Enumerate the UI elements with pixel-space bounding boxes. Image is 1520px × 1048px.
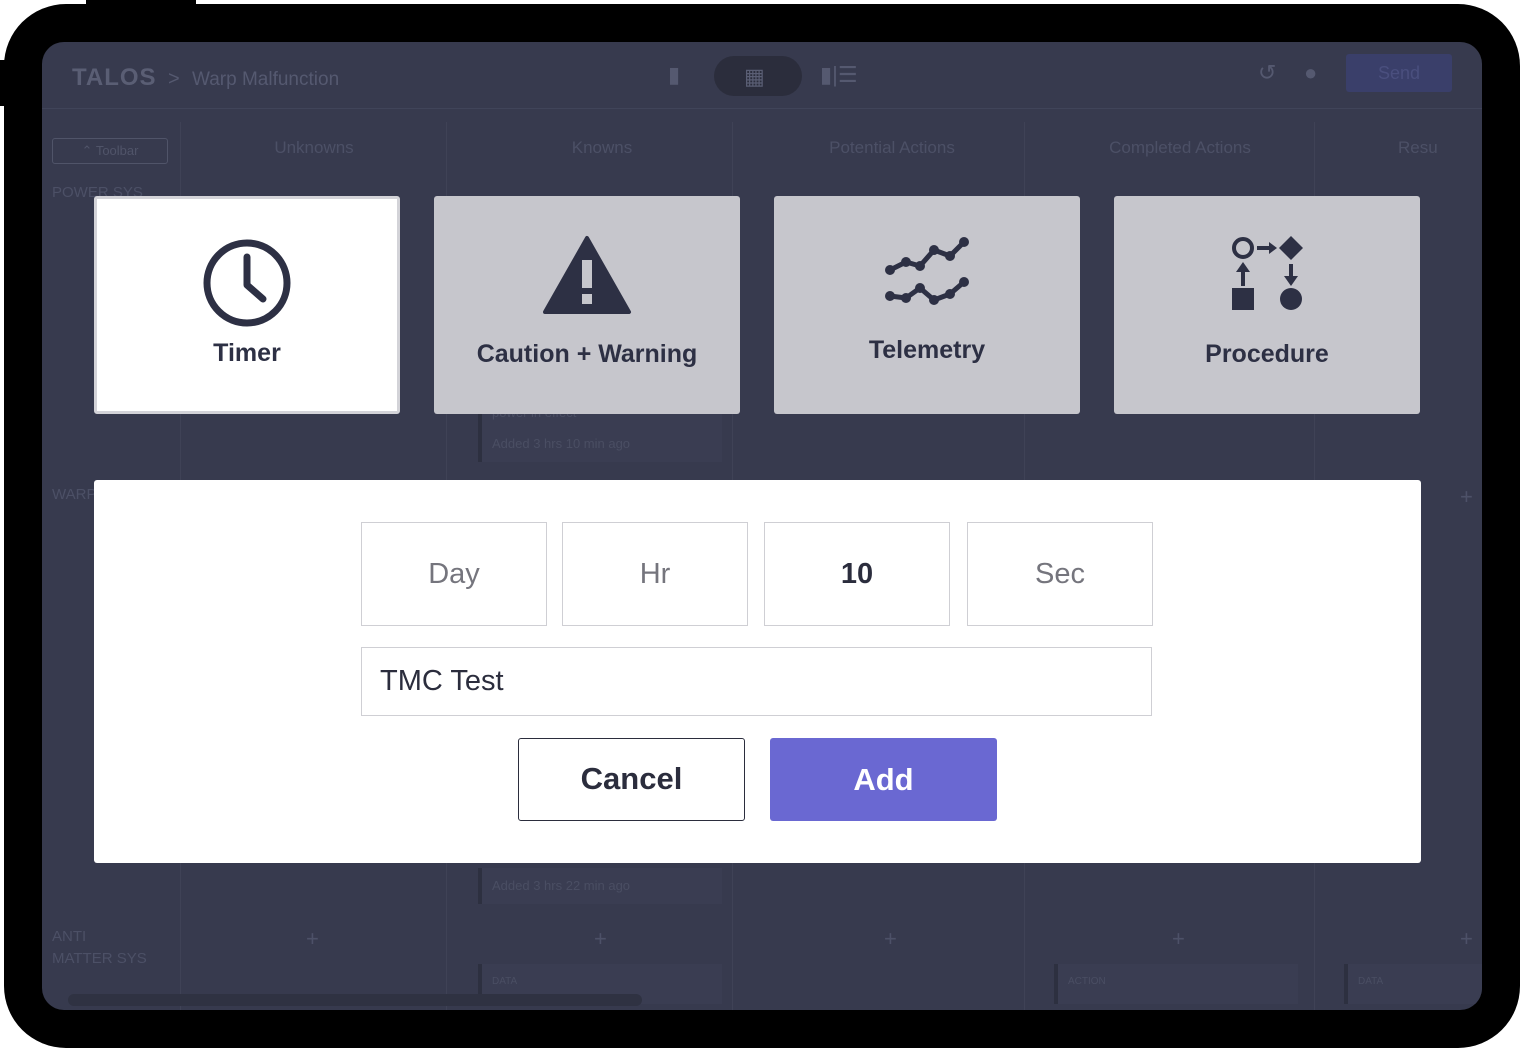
type-tile-timer[interactable]: Timer [94, 196, 400, 414]
second-field[interactable]: Sec [967, 522, 1153, 626]
type-tile-label: Caution + Warning [476, 340, 698, 368]
type-tile-procedure[interactable]: Procedure [1114, 196, 1420, 414]
add-button[interactable]: Add [770, 738, 997, 821]
card-tag: DATA [1358, 976, 1384, 987]
card-timestamp: Added 3 hrs 10 min ago [492, 436, 631, 451]
procedure-flow-icon [1114, 234, 1420, 315]
type-tile-label: Procedure [1205, 340, 1329, 368]
add-card-plus-icon[interactable]: + [884, 926, 897, 952]
warning-triangle-icon [434, 234, 740, 321]
brand-logo: TALOS [72, 64, 157, 91]
bezel-edge [86, 0, 196, 8]
clock-icon [97, 237, 397, 334]
telemetry-chart-icon [774, 234, 1080, 319]
card-timestamp: Added 3 hrs 22 min ago [492, 878, 631, 893]
column-header-potential-actions: Potential Actions [829, 138, 955, 157]
hour-field[interactable]: Hr [562, 522, 748, 626]
type-tile-telemetry[interactable]: Telemetry [774, 196, 1080, 414]
breadcrumb-separator: > [168, 68, 180, 90]
column-header-completed-actions: Completed Actions [1109, 138, 1251, 157]
column-header-results: Resu [1398, 138, 1438, 157]
send-button[interactable]: Send [1346, 54, 1452, 92]
column-header-unknowns: Unknowns [274, 138, 354, 157]
cancel-button[interactable]: Cancel [518, 738, 745, 821]
clipboard-icon[interactable]: ▮ [668, 62, 680, 88]
type-tile-caution-warning[interactable]: Caution + Warning [434, 196, 740, 414]
minute-field[interactable]: 10 [764, 522, 950, 626]
add-card-plus-icon[interactable]: + [594, 926, 607, 952]
type-tile-label: Timer [213, 339, 281, 367]
row-label-anti-matter-sys: ANTI MATTER SYS [52, 928, 147, 967]
timer-name-field[interactable]: TMC Test [361, 647, 1152, 716]
app-screen: TALOS > Warp Malfunction ▮ ▦ ▮|☰ ↺ ● Sen… [42, 42, 1482, 1010]
bezel-edge [0, 60, 12, 106]
row-label-warp: WARP [52, 486, 97, 503]
column-header-knowns: Knowns [571, 138, 633, 157]
grid-icon: ▦ [744, 64, 765, 89]
top-bar: TALOS > Warp Malfunction ▮ ▦ ▮|☰ ↺ ● Sen… [42, 42, 1482, 109]
history-icon[interactable]: ↺ [1258, 60, 1276, 86]
background-card: ACTION [1054, 964, 1298, 1004]
page-title: Warp Malfunction [192, 69, 340, 90]
board-view-toggle[interactable]: ▦ [714, 56, 802, 96]
card-tag: ACTION [1068, 976, 1106, 987]
add-card-plus-icon[interactable]: + [1460, 484, 1473, 510]
list-view-icon[interactable]: ▮|☰ [820, 62, 858, 88]
background-card: Added 3 hrs 22 min ago [478, 868, 722, 904]
toolbar-toggle-button[interactable]: ⌃ Toolbar [52, 138, 168, 164]
toolbar-label: Toolbar [95, 143, 139, 158]
bell-icon[interactable]: ● [1304, 60, 1317, 86]
add-card-plus-icon[interactable]: + [306, 926, 319, 952]
add-card-plus-icon[interactable]: + [1172, 926, 1185, 952]
day-field[interactable]: Day [361, 522, 547, 626]
timer-form-panel: Day Hr 10 Sec TMC Test Cancel Add [94, 480, 1421, 863]
add-card-plus-icon[interactable]: + [1460, 926, 1473, 952]
type-tile-label: Telemetry [868, 336, 986, 364]
card-tag: DATA [492, 976, 518, 987]
horizontal-scrollbar[interactable] [68, 994, 642, 1006]
background-card: DATA [1344, 964, 1482, 1004]
